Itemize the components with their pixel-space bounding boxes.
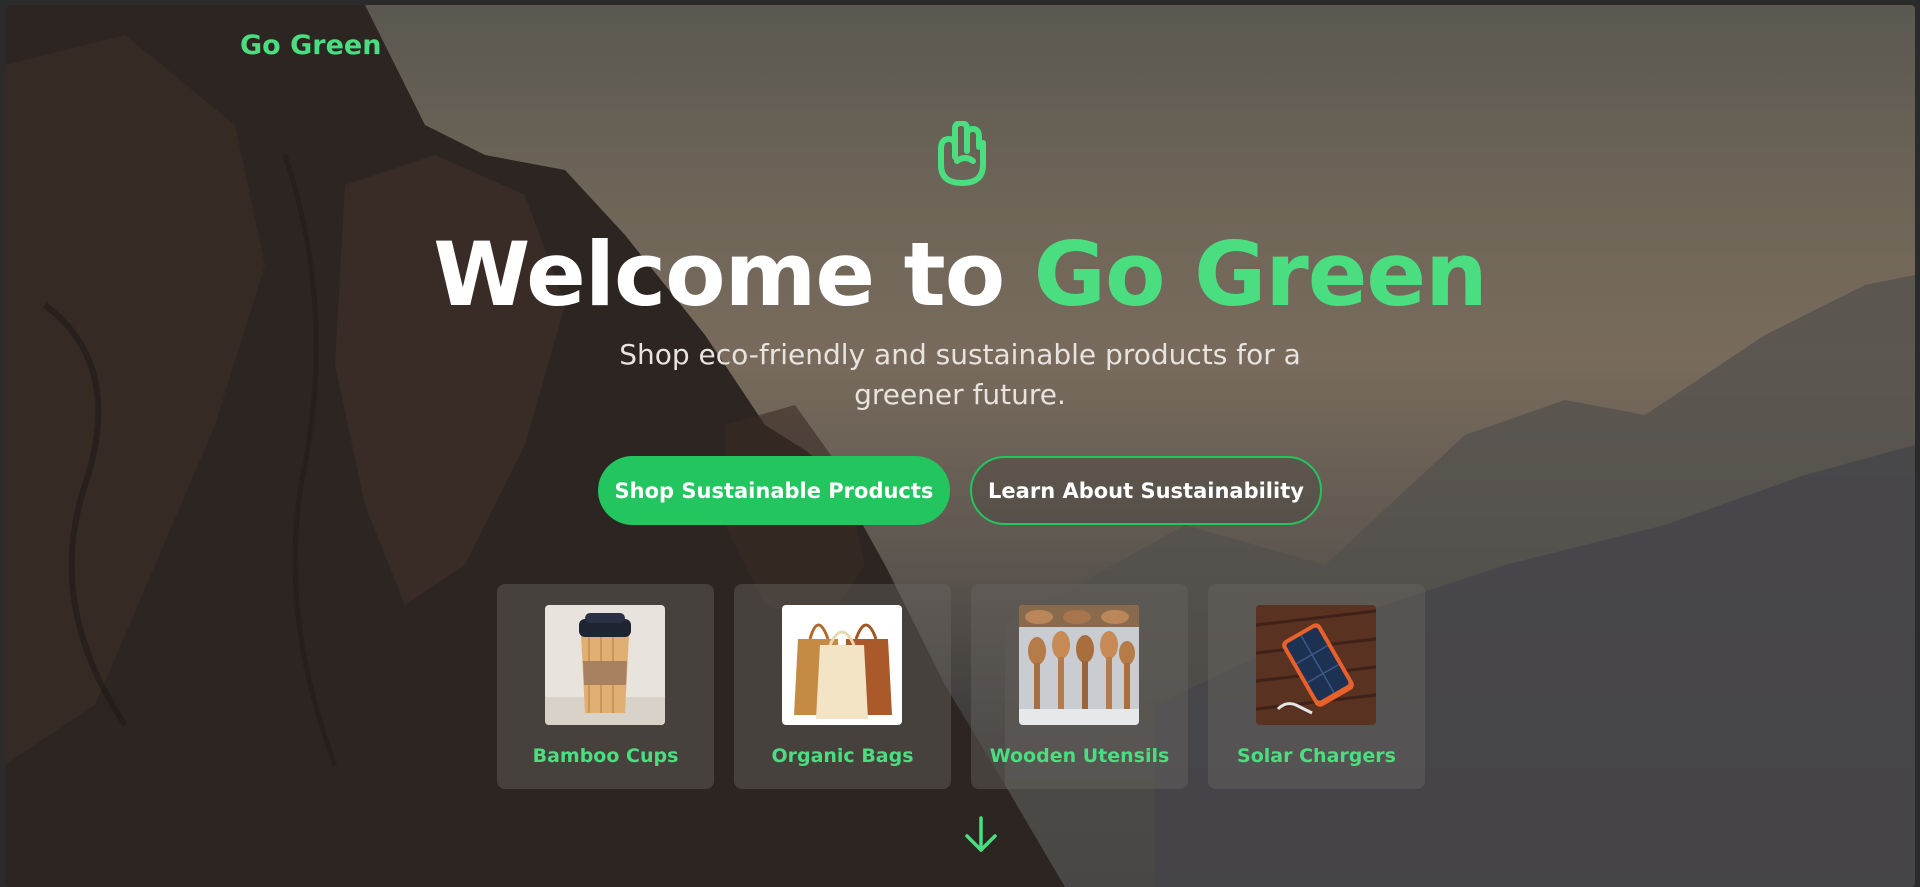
hero-section: Go Green Welcome to Go Green Shop eco-fr… bbox=[5, 5, 1915, 887]
hero-title: Welcome to Go Green bbox=[5, 223, 1915, 326]
shop-products-button[interactable]: Shop Sustainable Products bbox=[598, 456, 950, 525]
bamboo-cup-image bbox=[545, 605, 665, 725]
tote-bags-image bbox=[782, 605, 902, 725]
hero-title-prefix: Welcome to bbox=[433, 223, 1034, 326]
category-card-wooden-utensils[interactable]: Wooden Utensils bbox=[971, 584, 1188, 789]
raised-hand-icon bbox=[938, 121, 986, 186]
category-label: Organic Bags bbox=[771, 745, 914, 767]
category-label: Solar Chargers bbox=[1237, 745, 1396, 767]
category-label: Bamboo Cups bbox=[532, 745, 679, 767]
learn-sustainability-button[interactable]: Learn About Sustainability bbox=[970, 456, 1322, 525]
hero-title-accent: Go Green bbox=[1033, 223, 1488, 326]
category-card-bamboo-cups[interactable]: Bamboo Cups bbox=[497, 584, 714, 789]
category-card-solar-chargers[interactable]: Solar Chargers bbox=[1208, 584, 1425, 789]
solar-charger-image bbox=[1256, 605, 1376, 725]
category-label: Wooden Utensils bbox=[989, 745, 1170, 767]
brand-logo[interactable]: Go Green bbox=[240, 30, 381, 61]
category-card-organic-bags[interactable]: Organic Bags bbox=[734, 584, 951, 789]
hero-subtitle: Shop eco-friendly and sustainable produc… bbox=[619, 338, 1301, 411]
arrow-down-icon[interactable] bbox=[964, 816, 998, 854]
wooden-utensils-image bbox=[1019, 605, 1139, 725]
